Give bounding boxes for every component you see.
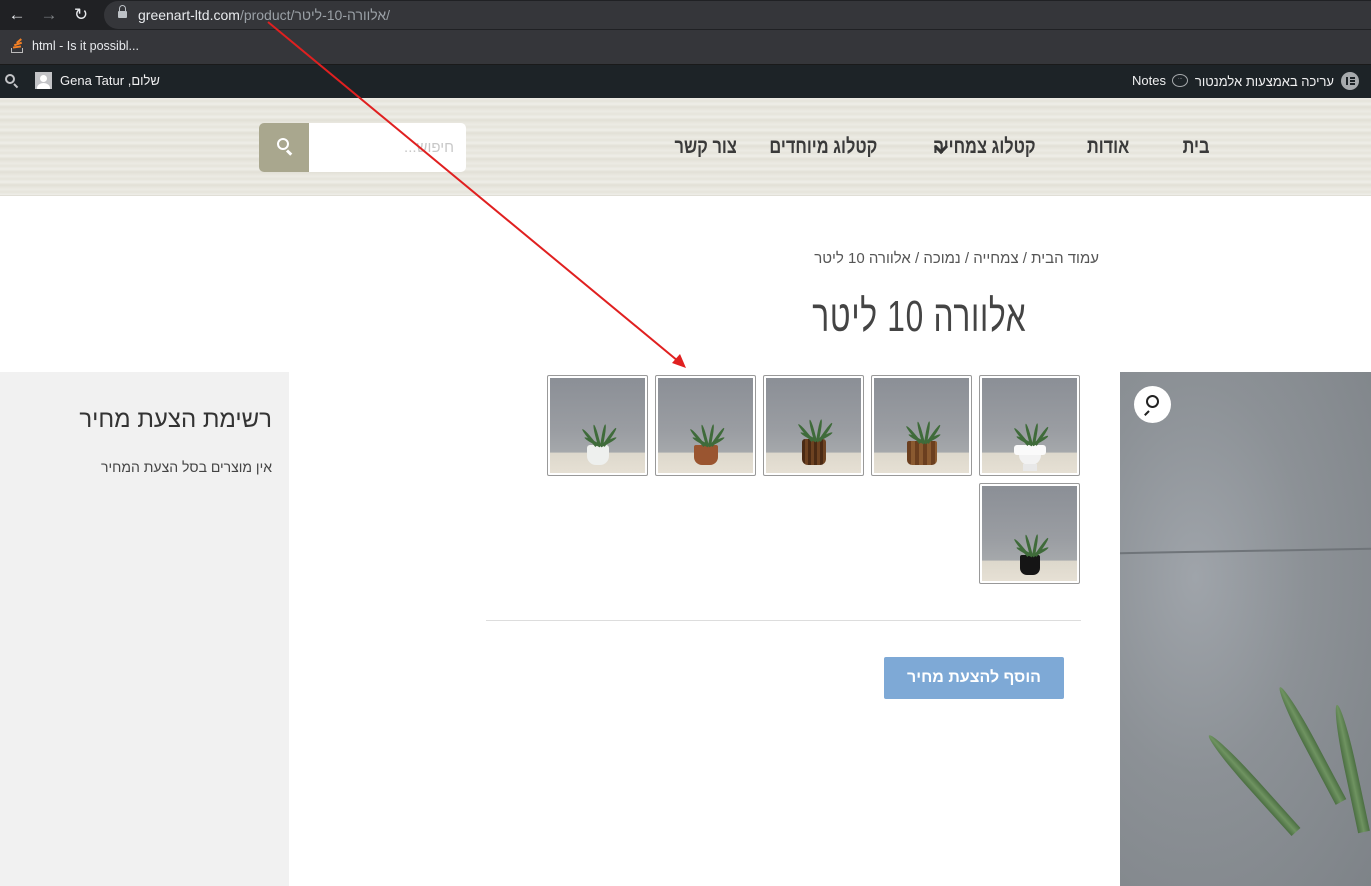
wall-seam [1120,547,1371,555]
bookmarks-bar: html - Is it possibl... [0,30,1371,65]
breadcrumb-current: אלוורה 10 ליטר [814,250,911,267]
browser-toolbar: ← → ↻ greenart-ltd.com/product/אלוורה-10… [0,0,1371,30]
aloe-brown-wood-image [874,378,969,473]
breadcrumb-home[interactable]: עמוד הבית [1031,250,1099,267]
nav-plant-catalog[interactable]: קטלוג צמחייה [933,135,1036,159]
avatar [35,72,52,89]
page-title: אלוורה 10 ליטר [811,292,1026,341]
notes-button[interactable]: Notes ··· [1132,73,1188,88]
search-icon [277,138,289,150]
wp-admin-bar: שלום, Gena Tatur Notes ··· עריכה באמצעות… [0,65,1371,98]
aloe-black-pot-image [982,486,1077,581]
breadcrumb: עמוד הבית / צמחייה / נמוכה / אלוורה 10 ל… [814,250,1099,267]
quote-sidebar: רשימת הצעת מחיר אין מוצרים בסל הצעת המחי… [0,372,289,886]
url-host: greenart-ltd.com [138,7,240,23]
search-button[interactable] [259,123,309,172]
nav-home[interactable]: בית [1182,135,1209,159]
notes-label: Notes [1132,73,1166,88]
bookmark-label: html - Is it possibl... [32,39,139,53]
aloe-leaf [1204,731,1301,837]
breadcrumb-separator: / [960,250,974,267]
product-thumbnail[interactable] [655,375,756,476]
admin-user-menu[interactable]: שלום, Gena Tatur [35,72,160,89]
aloe-dark-wood-image [766,378,861,473]
product-thumbnail[interactable] [979,483,1080,584]
elementor-label: עריכה באמצעות אלמנטור [1194,73,1334,89]
sidebar-empty-text: אין מוצרים בסל הצעת המחיר [101,459,272,475]
address-bar[interactable]: greenart-ltd.com/product/אלוורה-10-ליטר/ [104,1,1371,29]
product-main-image[interactable] [1120,372,1371,886]
aloe-terracotta-image [658,378,753,473]
breadcrumb-separator: / [1018,250,1032,267]
zoom-button[interactable] [1134,386,1171,423]
aloe-white-urn-image [982,378,1077,473]
product-thumbnail[interactable] [871,375,972,476]
admin-greeting: שלום, Gena Tatur [60,73,160,88]
aloe-leaf [1331,703,1370,834]
site-search [259,123,466,172]
lock-icon [118,5,127,19]
product-thumbnail[interactable] [547,375,648,476]
aloe-leaf [1274,684,1347,805]
magnifier-icon [1146,395,1159,408]
product-thumbnail[interactable] [763,375,864,476]
breadcrumb-low[interactable]: נמוכה [923,250,960,267]
sidebar-title: רשימת הצעת מחיר [79,406,272,433]
elementor-edit-button[interactable]: עריכה באמצעות אלמנטור [1195,72,1359,90]
breadcrumb-plants[interactable]: צמחייה [973,250,1018,267]
add-to-quote-button[interactable]: הוסף להצעת מחיר [884,657,1064,699]
nav-special-catalog[interactable]: קטלוג מיוחדים [769,135,877,159]
admin-search-icon[interactable] [5,74,19,89]
bookmark-item[interactable]: html - Is it possibl... [10,38,139,53]
stackoverflow-icon [10,38,24,53]
product-thumbnail[interactable] [979,375,1080,476]
reload-icon[interactable]: ↻ [70,4,92,26]
search-input[interactable] [309,123,466,172]
nav-about[interactable]: אודות [1087,135,1129,159]
divider [486,620,1081,621]
aloe-white-round-image [550,378,645,473]
elementor-icon [1341,72,1359,90]
speech-bubble-icon: ··· [1171,74,1188,87]
url-text: greenart-ltd.com/product/אלוורה-10-ליטר/ [138,7,390,23]
back-arrow-icon[interactable]: ← [6,4,28,26]
breadcrumb-separator: / [910,250,924,267]
forward-arrow-icon[interactable]: → [38,4,60,26]
url-path: /product/אלוורה-10-ליטר/ [239,7,391,23]
nav-contact[interactable]: צור קשר [675,135,737,159]
